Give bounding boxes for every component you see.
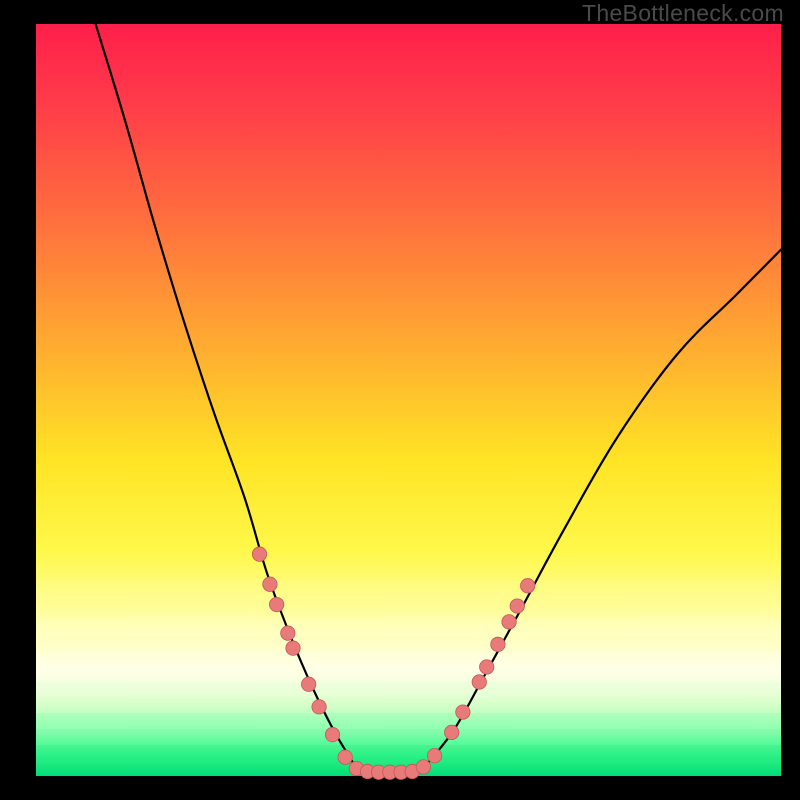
data-bead	[416, 760, 430, 774]
data-bead	[325, 727, 339, 741]
data-bead	[456, 705, 470, 719]
data-bead	[472, 675, 486, 689]
data-bead	[286, 641, 300, 655]
bottleneck-curve	[96, 24, 781, 774]
curve-layer	[36, 24, 781, 776]
data-bead	[427, 749, 441, 763]
data-bead	[510, 599, 524, 613]
data-bead	[301, 677, 315, 691]
curves	[96, 24, 781, 774]
data-bead	[491, 637, 505, 651]
data-bead	[263, 577, 277, 591]
data-bead	[502, 615, 516, 629]
data-bead	[445, 725, 459, 739]
beads	[252, 547, 535, 779]
data-bead	[252, 547, 266, 561]
data-bead	[269, 597, 283, 611]
data-bead	[312, 700, 326, 714]
data-bead	[338, 750, 352, 764]
data-bead	[480, 660, 494, 674]
data-bead	[521, 579, 535, 593]
chart-stage: TheBottleneck.com	[0, 0, 800, 800]
plot-area	[36, 24, 781, 776]
data-bead	[281, 626, 295, 640]
watermark-text: TheBottleneck.com	[582, 0, 784, 27]
